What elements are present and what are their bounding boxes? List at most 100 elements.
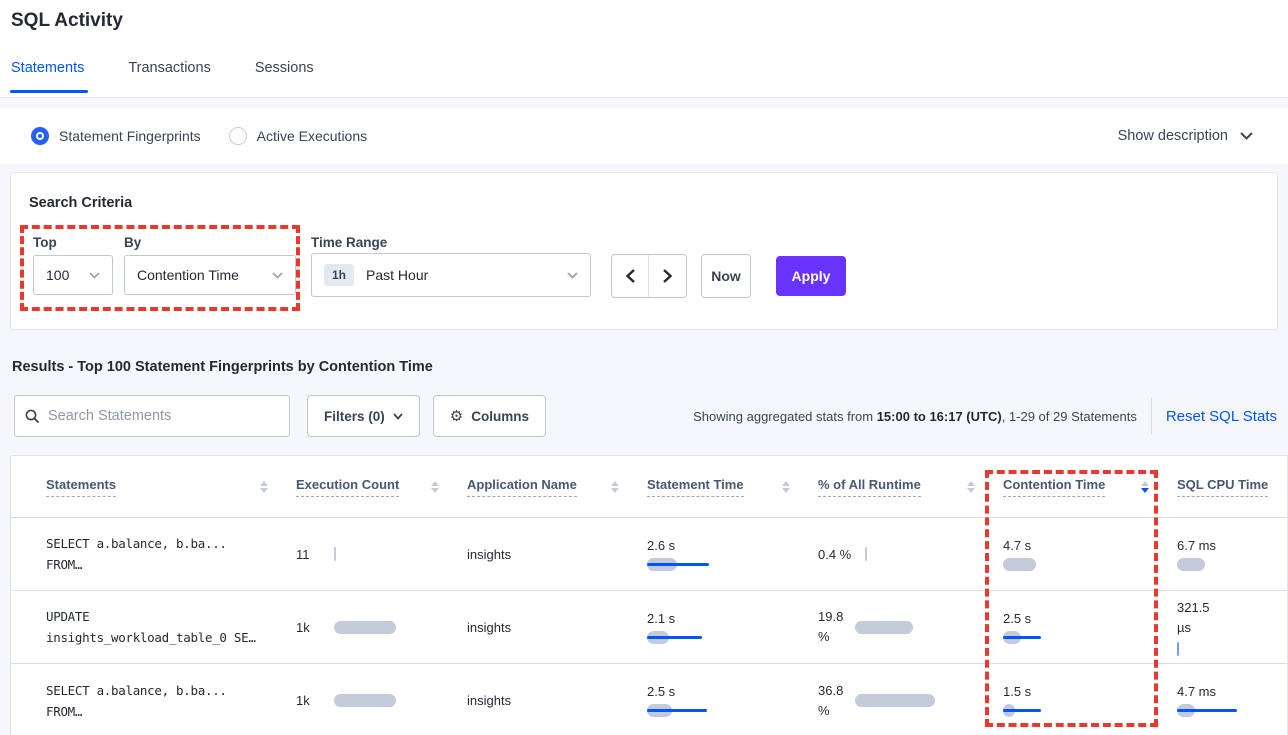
- by-select-value: Contention Time: [137, 267, 239, 283]
- top-label: Top: [33, 235, 57, 250]
- search-criteria-heading: Search Criteria: [29, 195, 132, 211]
- bar-chart: [1177, 704, 1247, 717]
- by-label: By: [124, 235, 141, 250]
- results-heading: Results - Top 100 Statement Fingerprints…: [12, 359, 433, 375]
- filters-button[interactable]: Filters (0): [307, 395, 420, 437]
- filters-button-label: Filters (0): [324, 409, 385, 424]
- bar-chart: [1177, 643, 1247, 656]
- sort-icon: [611, 481, 619, 493]
- radio-unselected-icon: [229, 127, 247, 145]
- by-select[interactable]: Contention Time: [124, 255, 296, 295]
- runtime-pct-cell: 0.4 %: [818, 547, 1003, 562]
- radio-statement-fingerprints[interactable]: Statement Fingerprints: [31, 127, 201, 145]
- next-time-button[interactable]: [649, 255, 686, 297]
- now-button[interactable]: Now: [701, 254, 751, 298]
- bar-chart: [1003, 631, 1073, 644]
- sql-cpu-time-cell: 4.7 ms: [1177, 684, 1287, 717]
- tab-bar: Statements Transactions Sessions: [11, 60, 314, 93]
- radio-active-executions[interactable]: Active Executions: [229, 127, 368, 145]
- table-header-row: Statements Execution Count Application N…: [11, 456, 1287, 518]
- bar-chart: [1003, 558, 1073, 571]
- statement-time-cell: 2.1 s: [647, 611, 818, 644]
- time-range-value: Past Hour: [366, 267, 428, 283]
- statement-fingerprint-link[interactable]: SELECT a.balance, b.ba... FROM…: [46, 680, 296, 722]
- sql-cpu-time-cell: 6.7 ms: [1177, 538, 1287, 571]
- stats-time-range: 15:00 to 16:17 (UTC): [877, 409, 1002, 424]
- statement-search-box: [14, 395, 290, 437]
- statement-fingerprint-link[interactable]: UPDATE insights_workload_table_0 SE…: [46, 606, 296, 648]
- execution-count-cell: 11: [296, 547, 467, 562]
- bar-chart: [855, 694, 925, 707]
- application-name-cell: insights: [467, 547, 647, 562]
- reset-sql-stats-link[interactable]: Reset SQL Stats: [1166, 408, 1277, 425]
- column-header-statement-time[interactable]: Statement Time: [647, 477, 818, 497]
- columns-button[interactable]: ⚙ Columns: [433, 395, 546, 437]
- time-range-badge: 1h: [324, 264, 354, 286]
- previous-time-button[interactable]: [612, 255, 649, 297]
- stats-suffix: , 1-29 of 29 Statements: [1002, 409, 1137, 424]
- sort-icon: [260, 481, 268, 493]
- time-range-select[interactable]: 1h Past Hour: [311, 253, 591, 297]
- sort-icon: [431, 481, 439, 493]
- bar-chart: [1177, 558, 1247, 571]
- column-header-contention-time[interactable]: Contention Time: [1003, 477, 1177, 497]
- top-select-value: 100: [46, 267, 69, 283]
- view-mode-bar: Statement Fingerprints Active Executions…: [0, 108, 1288, 164]
- column-header-execution-count[interactable]: Execution Count: [296, 477, 467, 497]
- bar-chart: [647, 704, 717, 717]
- chevron-left-icon: [626, 269, 635, 283]
- column-header-application-name[interactable]: Application Name: [467, 477, 647, 497]
- statements-table: Statements Execution Count Application N…: [10, 455, 1288, 735]
- bar-chart: [855, 621, 925, 634]
- toolbar-divider: [1151, 398, 1152, 434]
- page-header: SQL Activity Statements Transactions Ses…: [0, 0, 1288, 98]
- bar-chart: [1003, 704, 1073, 717]
- statement-fingerprint-link[interactable]: SELECT a.balance, b.ba... FROM…: [46, 533, 296, 575]
- stats-prefix: Showing aggregated stats from: [693, 409, 877, 424]
- table-row: SELECT a.balance, b.ba... FROM… 11 insig…: [11, 518, 1287, 591]
- sort-icon: [782, 481, 790, 493]
- sort-icon-active-desc: [1141, 481, 1149, 493]
- tab-sessions[interactable]: Sessions: [255, 60, 314, 93]
- view-mode-radio-group: Statement Fingerprints Active Executions: [31, 127, 367, 145]
- runtime-pct-cell: 19.8%: [818, 607, 1003, 647]
- table-row: SELECT a.balance, b.ba... FROM… 1k insig…: [11, 664, 1287, 735]
- tab-statements[interactable]: Statements: [11, 60, 84, 93]
- time-range-label: Time Range: [311, 235, 387, 250]
- column-header-sql-cpu-time[interactable]: SQL CPU Time: [1177, 477, 1288, 497]
- sql-activity-page: SQL Activity Statements Transactions Ses…: [0, 0, 1288, 735]
- top-select[interactable]: 100: [33, 255, 113, 295]
- tab-transactions[interactable]: Transactions: [128, 60, 210, 93]
- chevron-right-icon: [663, 269, 672, 283]
- chevron-down-icon: [1240, 132, 1253, 140]
- apply-button[interactable]: Apply: [776, 256, 846, 296]
- bar-chart: [647, 631, 717, 644]
- show-description-label: Show description: [1118, 128, 1228, 144]
- bar-chart: [334, 548, 404, 561]
- results-toolbar: Filters (0) ⚙ Columns Showing aggregated…: [14, 395, 1277, 437]
- chevron-down-icon: [567, 272, 578, 279]
- chevron-down-icon: [272, 272, 283, 279]
- contention-time-cell: 1.5 s: [1003, 684, 1177, 717]
- bar-chart: [865, 548, 935, 561]
- contention-time-cell: 2.5 s: [1003, 611, 1177, 644]
- sql-cpu-time-cell: 321.5µs: [1177, 598, 1287, 656]
- sort-icon: [967, 481, 975, 493]
- runtime-pct-cell: 36.8%: [818, 681, 1003, 721]
- radio-selected-icon: [31, 127, 49, 145]
- table-body: SELECT a.balance, b.ba... FROM… 11 insig…: [11, 518, 1287, 735]
- contention-time-cell: 4.7 s: [1003, 538, 1177, 571]
- columns-button-label: Columns: [471, 409, 529, 424]
- bar-chart: [647, 558, 717, 571]
- search-criteria-panel: Search Criteria Top 100 By Contention Ti…: [10, 172, 1278, 330]
- execution-count-cell: 1k: [296, 620, 467, 635]
- bar-chart: [334, 694, 404, 707]
- column-header-runtime-pct[interactable]: % of All Runtime: [818, 477, 1003, 497]
- bar-chart: [334, 621, 404, 634]
- application-name-cell: insights: [467, 693, 647, 708]
- show-description-toggle[interactable]: Show description: [1118, 128, 1253, 144]
- column-header-statements[interactable]: Statements: [46, 477, 296, 497]
- search-input[interactable]: [48, 408, 279, 424]
- statement-time-cell: 2.5 s: [647, 684, 818, 717]
- table-row: UPDATE insights_workload_table_0 SE… 1k …: [11, 591, 1287, 664]
